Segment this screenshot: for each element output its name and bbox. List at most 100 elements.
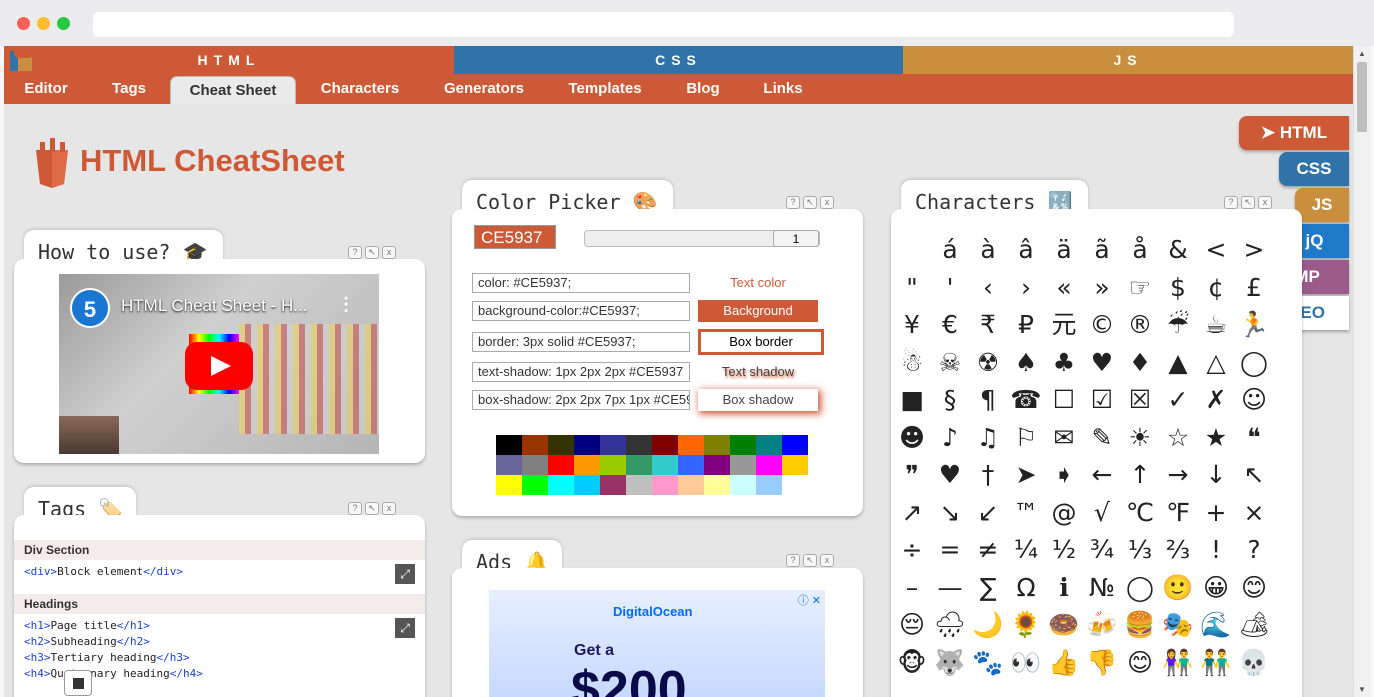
character-cell[interactable]: — xyxy=(931,569,969,607)
character-cell[interactable]: © xyxy=(1083,306,1121,344)
character-cell[interactable]: 🌊 xyxy=(1197,606,1235,644)
band-js[interactable]: JS xyxy=(903,46,1353,74)
character-cell[interactable]: † xyxy=(969,456,1007,494)
character-cell[interactable]: 🎭 xyxy=(1159,606,1197,644)
expand-icon[interactable]: ↖ xyxy=(803,554,817,567)
character-cell[interactable]: ☔ xyxy=(1159,306,1197,344)
character-cell[interactable]: 🍻 xyxy=(1083,606,1121,644)
color-swatch[interactable] xyxy=(548,455,574,475)
character-cell[interactable]: ☃ xyxy=(893,344,931,382)
character-cell[interactable]: △ xyxy=(1197,344,1235,382)
css-box-shadow-code[interactable]: box-shadow: 2px 2px 7px 1px #CE5937 xyxy=(472,390,690,410)
menu-tags[interactable]: Tags xyxy=(98,74,160,104)
help-icon[interactable]: ? xyxy=(1224,196,1238,209)
character-cell[interactable]: ➤ xyxy=(1007,456,1045,494)
character-cell[interactable]: → xyxy=(1159,456,1197,494)
character-cell[interactable]: 🍩 xyxy=(1045,606,1083,644)
channel-avatar[interactable]: 5 xyxy=(70,288,110,328)
character-cell[interactable]: 🌻 xyxy=(1007,606,1045,644)
character-cell[interactable]: @ xyxy=(1045,494,1083,532)
color-swatch[interactable] xyxy=(704,435,730,455)
character-cell[interactable]: ® xyxy=(1121,306,1159,344)
close-window-icon[interactable] xyxy=(17,17,30,30)
character-cell[interactable]: ✗ xyxy=(1197,381,1235,419)
character-cell[interactable]: ∑ xyxy=(969,569,1007,607)
color-swatch[interactable] xyxy=(730,475,756,495)
help-icon[interactable]: ? xyxy=(786,196,800,209)
character-cell[interactable]: 👫 xyxy=(1159,644,1197,682)
character-cell[interactable]: < xyxy=(1197,231,1235,269)
color-swatch[interactable] xyxy=(548,475,574,495)
character-cell[interactable]: ℉ xyxy=(1159,494,1197,532)
character-cell[interactable]: ¢ xyxy=(1197,269,1235,307)
character-cell[interactable]: ♪ xyxy=(931,419,969,457)
character-cell[interactable]: 😔 xyxy=(893,606,931,644)
character-cell[interactable]: ¼ xyxy=(1007,531,1045,569)
menu-generators[interactable]: Generators xyxy=(432,74,536,104)
color-swatch[interactable] xyxy=(756,455,782,475)
help-icon[interactable]: ? xyxy=(348,246,362,259)
character-cell[interactable]: 元 xyxy=(1045,306,1083,344)
color-swatch[interactable] xyxy=(496,435,522,455)
character-cell[interactable]: √ xyxy=(1083,494,1121,532)
character-cell[interactable]: 🐵 xyxy=(893,644,931,682)
character-cell[interactable]: $ xyxy=(1159,269,1197,307)
ad-banner[interactable]: ⓘ ✕ DigitalOcean Get a $200 xyxy=(489,590,825,697)
character-cell[interactable]: ℹ xyxy=(1045,569,1083,607)
character-cell[interactable]: 🌧 xyxy=(931,606,969,644)
character-cell[interactable]: ™ xyxy=(1007,494,1045,532)
menu-cheat-sheet[interactable]: Cheat Sheet xyxy=(170,76,296,104)
help-icon[interactable]: ? xyxy=(348,502,362,515)
character-cell[interactable]: 👎 xyxy=(1083,644,1121,682)
scroll-thumb[interactable] xyxy=(1357,62,1367,132)
lang-button-js[interactable]: JS xyxy=(1295,188,1349,222)
character-cell[interactable]: ☑ xyxy=(1083,381,1121,419)
character-cell[interactable]: 🌙 xyxy=(969,606,1007,644)
color-swatch[interactable] xyxy=(678,455,704,475)
character-cell[interactable]: ☠ xyxy=(931,344,969,382)
minimize-window-icon[interactable] xyxy=(37,17,50,30)
character-cell[interactable]: â xyxy=(1007,231,1045,269)
character-cell[interactable]: ã xyxy=(1083,231,1121,269)
color-swatch[interactable] xyxy=(652,455,678,475)
color-swatch[interactable] xyxy=(626,475,652,495)
character-cell[interactable]: ‹ xyxy=(969,269,1007,307)
character-cell[interactable]: 🐺 xyxy=(931,644,969,682)
character-cell[interactable]: ☒ xyxy=(1121,381,1159,419)
character-cell[interactable]: ⚐ xyxy=(1007,419,1045,457)
color-swatch[interactable] xyxy=(548,435,574,455)
character-cell[interactable]: ↖ xyxy=(1235,456,1273,494)
character-cell[interactable]: § xyxy=(931,381,969,419)
character-cell[interactable]: ÷ xyxy=(893,531,931,569)
menu-editor[interactable]: Editor xyxy=(12,74,80,104)
color-swatch[interactable] xyxy=(574,435,600,455)
character-cell[interactable]: 🙂 xyxy=(1159,569,1197,607)
character-cell[interactable]: ✓ xyxy=(1159,381,1197,419)
character-cell[interactable]: à xyxy=(969,231,1007,269)
character-cell[interactable]: ≠ xyxy=(969,531,1007,569)
character-cell[interactable]: 😀 xyxy=(1197,569,1235,607)
color-swatch[interactable] xyxy=(522,455,548,475)
close-icon[interactable]: x xyxy=(820,196,834,209)
character-cell[interactable]: ❞ xyxy=(893,456,931,494)
maximize-window-icon[interactable] xyxy=(57,17,70,30)
address-bar[interactable] xyxy=(93,12,1234,37)
color-swatch[interactable] xyxy=(522,475,548,495)
color-swatch[interactable] xyxy=(600,435,626,455)
color-swatch[interactable] xyxy=(704,455,730,475)
character-cell[interactable]: ↓ xyxy=(1197,456,1235,494)
menu-characters[interactable]: Characters xyxy=(310,74,410,104)
character-cell[interactable]: ↘ xyxy=(931,494,969,532)
character-cell[interactable]: 👍 xyxy=(1045,644,1083,682)
color-swatch[interactable] xyxy=(730,435,756,455)
color-swatch[interactable] xyxy=(496,475,522,495)
color-swatch[interactable] xyxy=(652,475,678,495)
character-cell[interactable]: » xyxy=(1083,269,1121,307)
character-cell[interactable]: ⅔ xyxy=(1159,531,1197,569)
close-icon[interactable]: x xyxy=(382,502,396,515)
video-player[interactable]: 5 HTML Cheat Sheet - H... ⋮ xyxy=(59,274,379,454)
character-cell[interactable]: ¾ xyxy=(1083,531,1121,569)
character-cell[interactable]: « xyxy=(1045,269,1083,307)
character-cell[interactable]: ☕ xyxy=(1197,306,1235,344)
character-cell[interactable]: ← xyxy=(1083,456,1121,494)
